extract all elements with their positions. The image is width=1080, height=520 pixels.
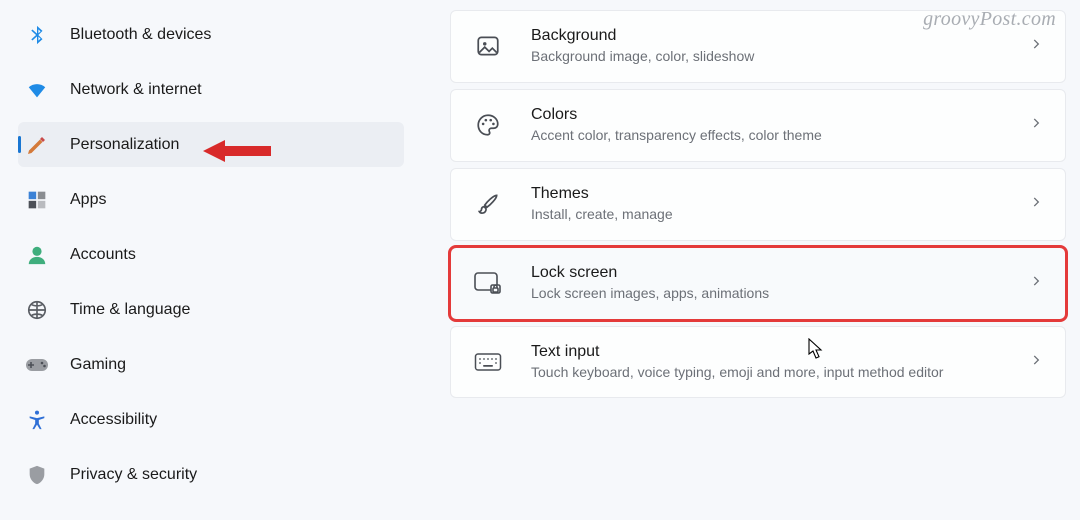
card-colors[interactable]: Colors Accent color, transparency effect… [450, 89, 1066, 162]
brush-icon [473, 189, 503, 219]
settings-sidebar: Bluetooth & devices Network & internet P… [0, 0, 410, 520]
sidebar-item-label: Privacy & security [70, 466, 197, 484]
card-lock-screen[interactable]: Lock screen Lock screen images, apps, an… [450, 247, 1066, 320]
card-subtitle: Touch keyboard, voice typing, emoji and … [531, 363, 1029, 382]
apps-icon [24, 187, 50, 213]
card-title: Themes [531, 185, 1029, 203]
card-title: Lock screen [531, 264, 1029, 282]
sidebar-item-bluetooth[interactable]: Bluetooth & devices [18, 12, 404, 57]
sidebar-item-apps[interactable]: Apps [18, 177, 404, 222]
chevron-right-icon [1029, 274, 1043, 293]
card-text: Colors Accent color, transparency effect… [531, 106, 1029, 145]
palette-icon [473, 110, 503, 140]
shield-icon [24, 462, 50, 488]
clock-globe-icon [24, 297, 50, 323]
sidebar-item-personalization[interactable]: Personalization [18, 122, 404, 167]
sidebar-item-label: Time & language [70, 301, 190, 319]
card-text: Lock screen Lock screen images, apps, an… [531, 264, 1029, 303]
chevron-right-icon [1029, 195, 1043, 214]
account-icon [24, 242, 50, 268]
lock-screen-icon [473, 268, 503, 298]
card-title: Text input [531, 343, 1029, 361]
card-subtitle: Background image, color, slideshow [531, 47, 1029, 66]
card-subtitle: Lock screen images, apps, animations [531, 284, 1029, 303]
sidebar-item-label: Accessibility [70, 411, 157, 429]
card-subtitle: Accent color, transparency effects, colo… [531, 126, 1029, 145]
bluetooth-icon [24, 22, 50, 48]
card-themes[interactable]: Themes Install, create, manage [450, 168, 1066, 241]
card-text-input[interactable]: Text input Touch keyboard, voice typing,… [450, 326, 1066, 399]
sidebar-item-time-language[interactable]: Time & language [18, 287, 404, 332]
sidebar-item-label: Bluetooth & devices [70, 26, 211, 44]
sidebar-item-privacy[interactable]: Privacy & security [18, 452, 404, 497]
card-text: Themes Install, create, manage [531, 185, 1029, 224]
paintbrush-icon [24, 132, 50, 158]
sidebar-item-accounts[interactable]: Accounts [18, 232, 404, 277]
card-title: Background [531, 27, 1029, 45]
sidebar-item-network[interactable]: Network & internet [18, 67, 404, 112]
card-title: Colors [531, 106, 1029, 124]
sidebar-item-label: Accounts [70, 246, 136, 264]
card-background[interactable]: Background Background image, color, slid… [450, 10, 1066, 83]
sidebar-item-accessibility[interactable]: Accessibility [18, 397, 404, 442]
card-text: Background Background image, color, slid… [531, 27, 1029, 66]
keyboard-icon [473, 347, 503, 377]
sidebar-item-gaming[interactable]: Gaming [18, 342, 404, 387]
sidebar-item-label: Network & internet [70, 81, 202, 99]
sidebar-item-label: Personalization [70, 136, 179, 154]
card-text: Text input Touch keyboard, voice typing,… [531, 343, 1029, 382]
gamepad-icon [24, 352, 50, 378]
chevron-right-icon [1029, 353, 1043, 372]
wifi-icon [24, 77, 50, 103]
card-subtitle: Install, create, manage [531, 205, 1029, 224]
image-icon [473, 31, 503, 61]
sidebar-item-label: Gaming [70, 356, 126, 374]
sidebar-item-label: Apps [70, 191, 106, 209]
chevron-right-icon [1029, 37, 1043, 56]
personalization-content: Background Background image, color, slid… [410, 0, 1080, 520]
accessibility-icon [24, 407, 50, 433]
chevron-right-icon [1029, 116, 1043, 135]
